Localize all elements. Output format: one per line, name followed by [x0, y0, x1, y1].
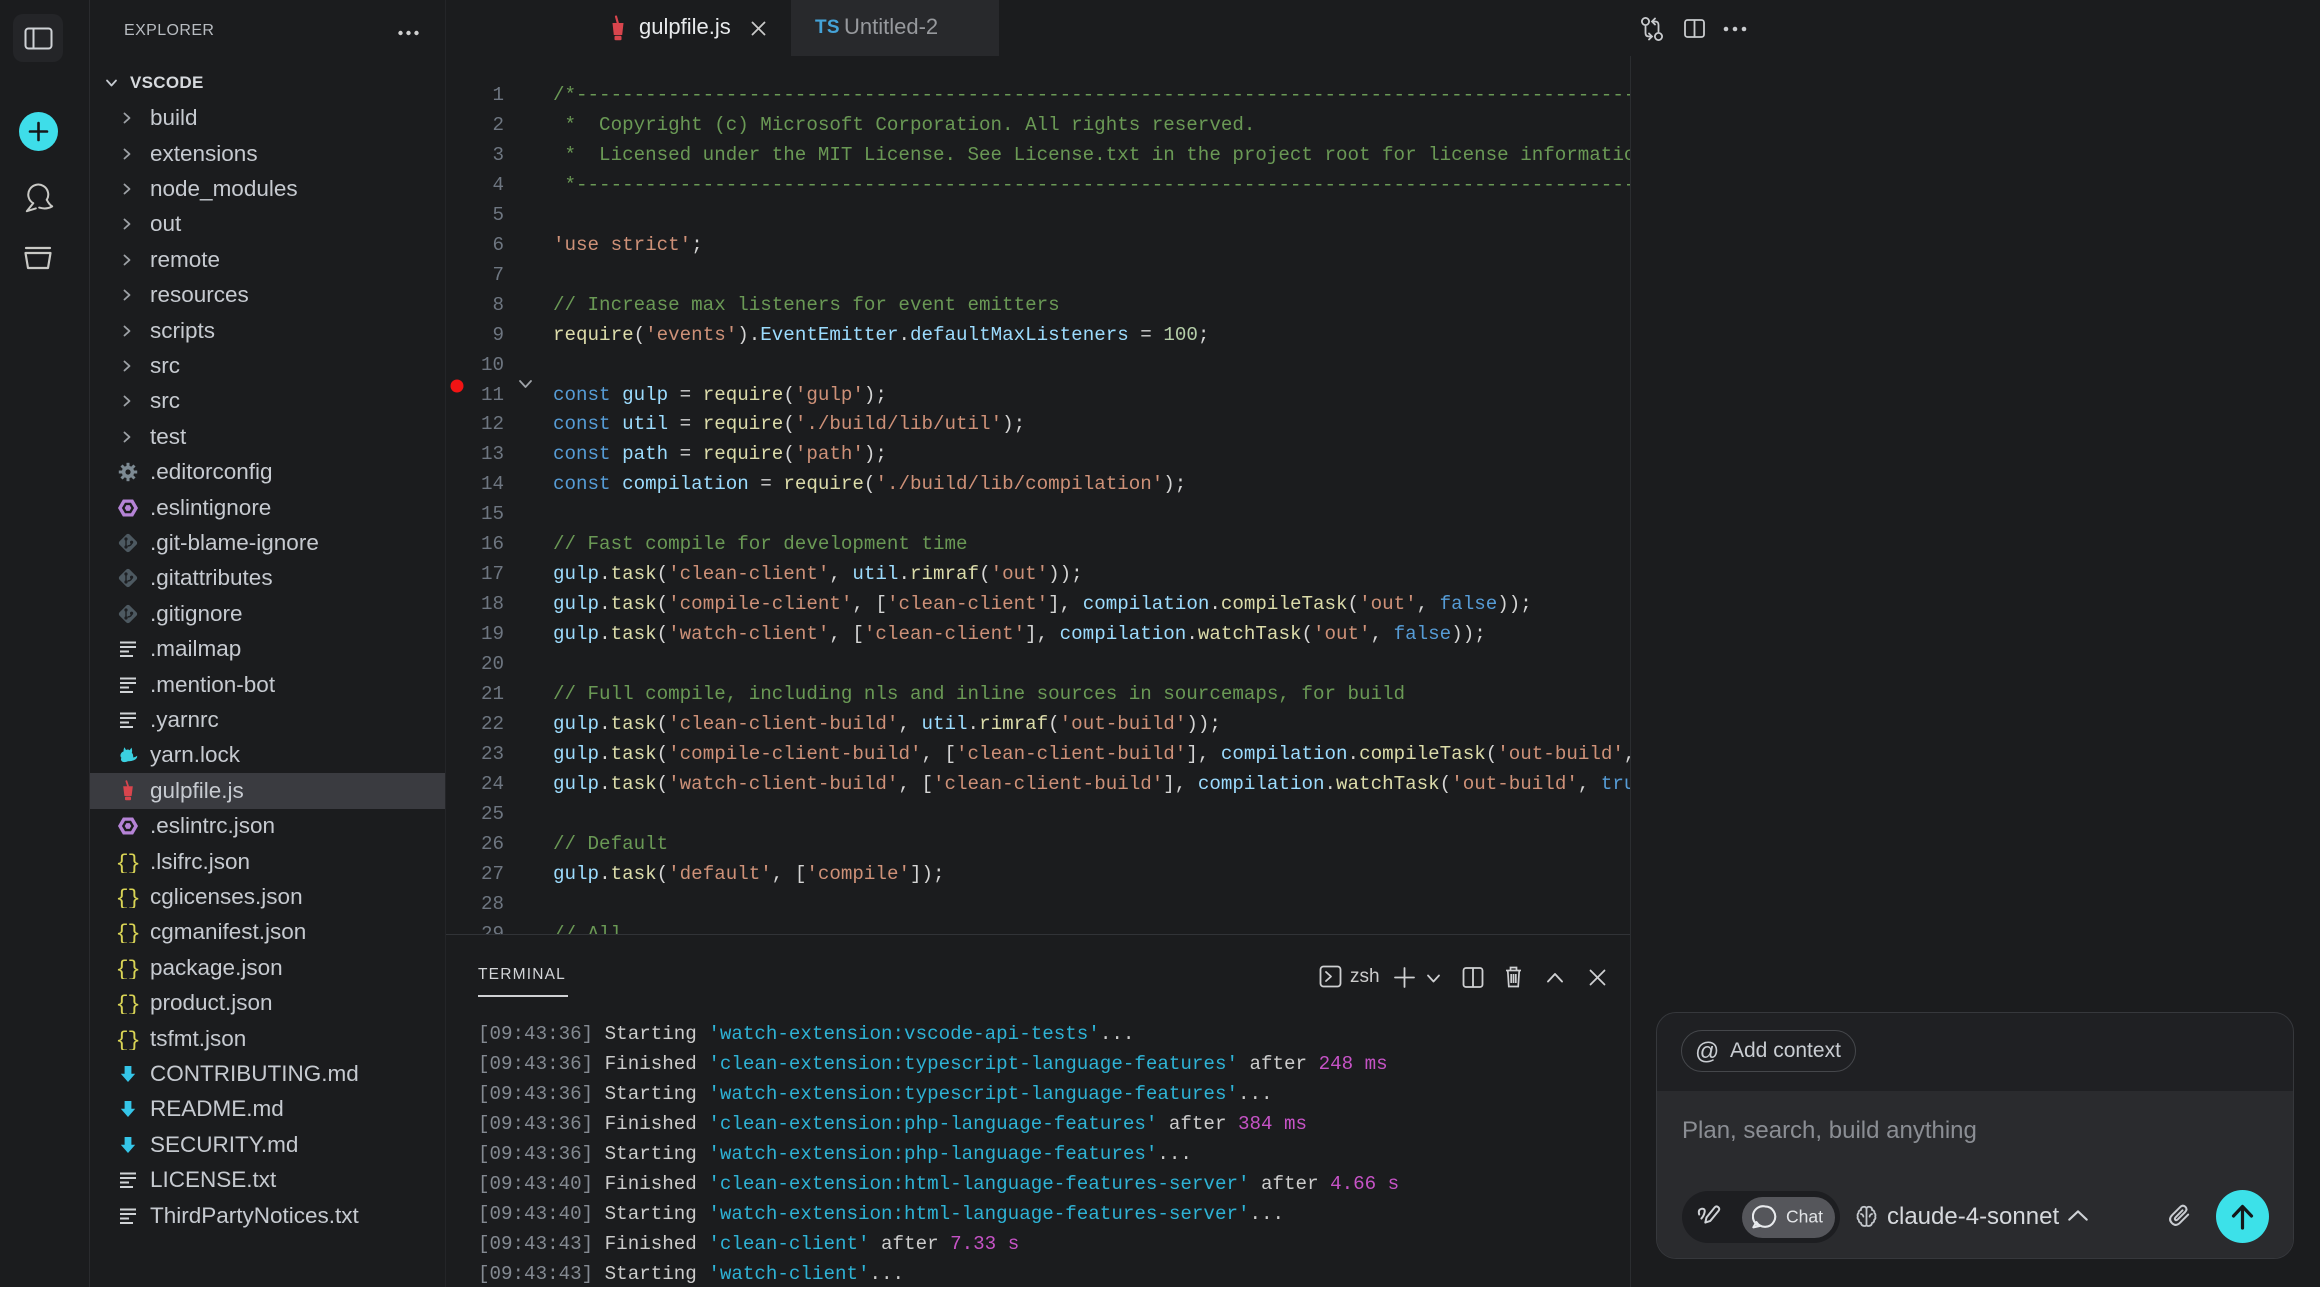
- svg-text:}: }: [128, 851, 140, 873]
- svg-text:}: }: [128, 922, 140, 944]
- svg-text:}: }: [128, 1028, 140, 1050]
- svg-text:}: }: [128, 993, 140, 1015]
- svg-text:}: }: [128, 957, 140, 979]
- svg-text:}: }: [128, 887, 140, 909]
